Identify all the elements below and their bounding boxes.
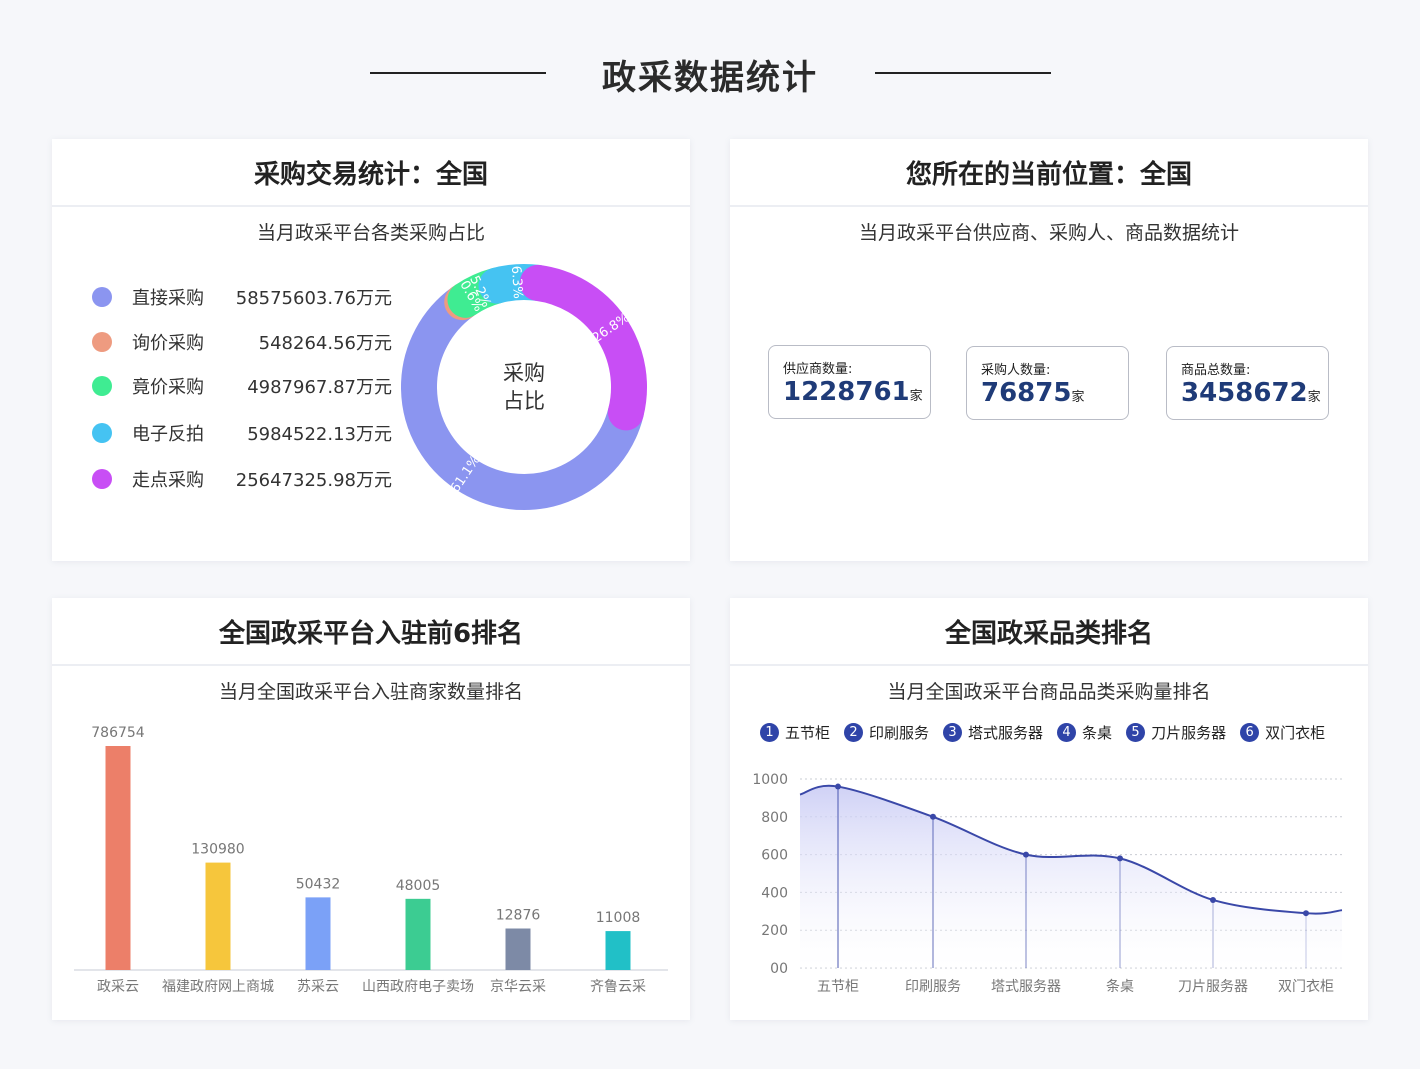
purchaser-count-box: 采购人数量: 76875家 <box>966 346 1129 420</box>
legend-item[interactable]: 电子反拍 5984522.13万元 <box>92 419 392 447</box>
donut-center-label: 采购 <box>503 361 545 385</box>
bar-category-label: 福建政府网上商城 <box>162 979 274 995</box>
legend-value: 548264.56万元 <box>258 333 392 354</box>
y-tick-label: 00 <box>770 961 788 977</box>
x-category-label: 条桌 <box>1106 978 1134 995</box>
legend-value: 25647325.98万元 <box>235 470 392 491</box>
card-title: 采购交易统计：全国 <box>52 139 690 207</box>
legend-value: 58575603.76万元 <box>235 288 392 309</box>
data-point[interactable] <box>1117 855 1123 862</box>
category-ranking-card: 全国政采品类排名 当月全国政采平台商品品类采购量排名 1 五节柜 2 印刷服务 3塔… <box>730 598 1368 1020</box>
legend-name: 询价采购 <box>132 333 204 354</box>
stat-label: 商品总数量: <box>1181 363 1251 378</box>
legend-item[interactable]: 直接采购 58575603.76万元 <box>92 283 392 311</box>
data-point[interactable] <box>835 783 841 790</box>
bar-category-label: 政采云 <box>97 979 139 995</box>
legend-name: 竟价采购 <box>132 377 204 398</box>
legend-name: 电子反拍 <box>132 424 204 445</box>
page-header: 政采数据统计 <box>0 0 1420 140</box>
stat-unit: 家 <box>1307 390 1321 405</box>
bar[interactable] <box>605 931 631 970</box>
supplier-count-box: 供应商数量: 1228761家 <box>768 345 931 419</box>
location-stats-card: 您所在的当前位置：全国 当月政采平台供应商、采购人、商品数据统计 供应商数量: … <box>730 139 1368 561</box>
bar-category-label: 苏采云 <box>297 979 339 995</box>
stat-value: 1228761 <box>783 377 910 407</box>
area-fill <box>800 785 1342 968</box>
bar-chart: 786754 政采云 130980 福建政府网上商城 50432 苏采云 48005 山西政府… <box>74 725 668 995</box>
y-tick-label: 600 <box>761 848 788 864</box>
donut-chart: 61.1%0.6%5.2% 6.3%26.8% 采购 占比 <box>401 264 647 510</box>
y-tick-label: 800 <box>761 810 788 826</box>
stat-value: 76875 <box>981 378 1072 408</box>
bar[interactable] <box>405 898 431 970</box>
stat-value-row: 3458672家 <box>1181 378 1328 413</box>
data-point[interactable] <box>1303 910 1309 917</box>
x-category-label: 印刷服务 <box>905 979 961 995</box>
x-category-label: 五节柜 <box>817 979 859 995</box>
legend-dot <box>92 423 112 443</box>
legend-dot <box>92 376 112 396</box>
bar[interactable] <box>105 746 131 970</box>
bar-category-label: 山西政府电子卖场 <box>362 979 474 995</box>
stat-value-row: 76875家 <box>981 378 1128 413</box>
legend-dot <box>92 469 112 489</box>
platform-ranking-card: 全国政采平台入驻前6排名 当月全国政采平台入驻商家数量排名 786754 政采云 1… <box>52 598 690 1020</box>
y-tick-label: 200 <box>761 923 788 939</box>
legend-name: 走点采购 <box>132 470 204 491</box>
bar-value-label: 12876 <box>496 908 541 924</box>
y-tick-label: 1000 <box>752 772 788 788</box>
legend-dot <box>92 287 112 307</box>
bar-value-label: 786754 <box>91 725 145 741</box>
legend-value: 5984522.13万元 <box>247 424 392 445</box>
bar[interactable] <box>205 862 231 970</box>
page-title: 政采数据统计 <box>602 58 818 98</box>
purchase-stats-card: 采购交易统计：全国 当月政采平台各类采购占比 直接采购 58575603.76万… <box>52 139 690 561</box>
stat-unit: 家 <box>909 389 923 404</box>
stat-label: 供应商数量: <box>783 362 853 377</box>
legend-item[interactable]: 走点采购 25647325.98万元 <box>92 465 392 493</box>
data-point[interactable] <box>1023 851 1029 858</box>
legend-item[interactable]: 竟价采购 4987967.87万元 <box>92 372 392 400</box>
stat-value-row: 1228761家 <box>783 377 930 412</box>
stat-value: 3458672 <box>1181 378 1308 408</box>
card-subtitle: 当月政采平台各类采购占比 <box>256 222 485 244</box>
data-point[interactable] <box>1210 896 1216 903</box>
x-category-label: 塔式服务器 <box>991 979 1061 995</box>
card-title: 您所在的当前位置：全国 <box>730 139 1368 207</box>
stat-label: 采购人数量: <box>981 363 1051 378</box>
bar-value-label: 48005 <box>396 878 441 894</box>
product-count-box: 商品总数量: 3458672家 <box>1166 346 1329 420</box>
bar-value-label: 50432 <box>296 876 341 892</box>
legend-value: 4987967.87万元 <box>247 377 392 398</box>
legend-name: 直接采购 <box>132 288 204 309</box>
legend-item[interactable]: 询价采购 548264.56万元 <box>92 328 392 356</box>
bar[interactable] <box>505 928 531 970</box>
title-divider-right <box>875 72 1051 74</box>
legend-dot <box>92 332 112 352</box>
donut-slice[interactable] <box>519 264 647 431</box>
stat-unit: 家 <box>1071 390 1085 405</box>
bar-category-label: 齐鲁云采 <box>590 979 646 995</box>
bar-value-label: 130980 <box>191 842 244 858</box>
data-point[interactable] <box>930 813 936 820</box>
area-chart: 00 200 400 600 800 1000 五节柜 印刷服务 塔式服务器 条桌 刀片服务器 双门衣… <box>752 772 1343 995</box>
y-tick-label: 400 <box>761 885 788 901</box>
donut-center-label: 占比 <box>503 389 545 413</box>
bar[interactable] <box>305 897 331 970</box>
x-category-label: 刀片服务器 <box>1178 979 1248 995</box>
bar-category-label: 京华云采 <box>490 979 546 995</box>
bar-value-label: 11008 <box>596 910 641 926</box>
x-category-label: 双门衣柜 <box>1278 979 1334 995</box>
donut-slice-label: 6.3% <box>508 265 525 299</box>
card-subtitle: 当月政采平台供应商、采购人、商品数据统计 <box>858 222 1239 244</box>
